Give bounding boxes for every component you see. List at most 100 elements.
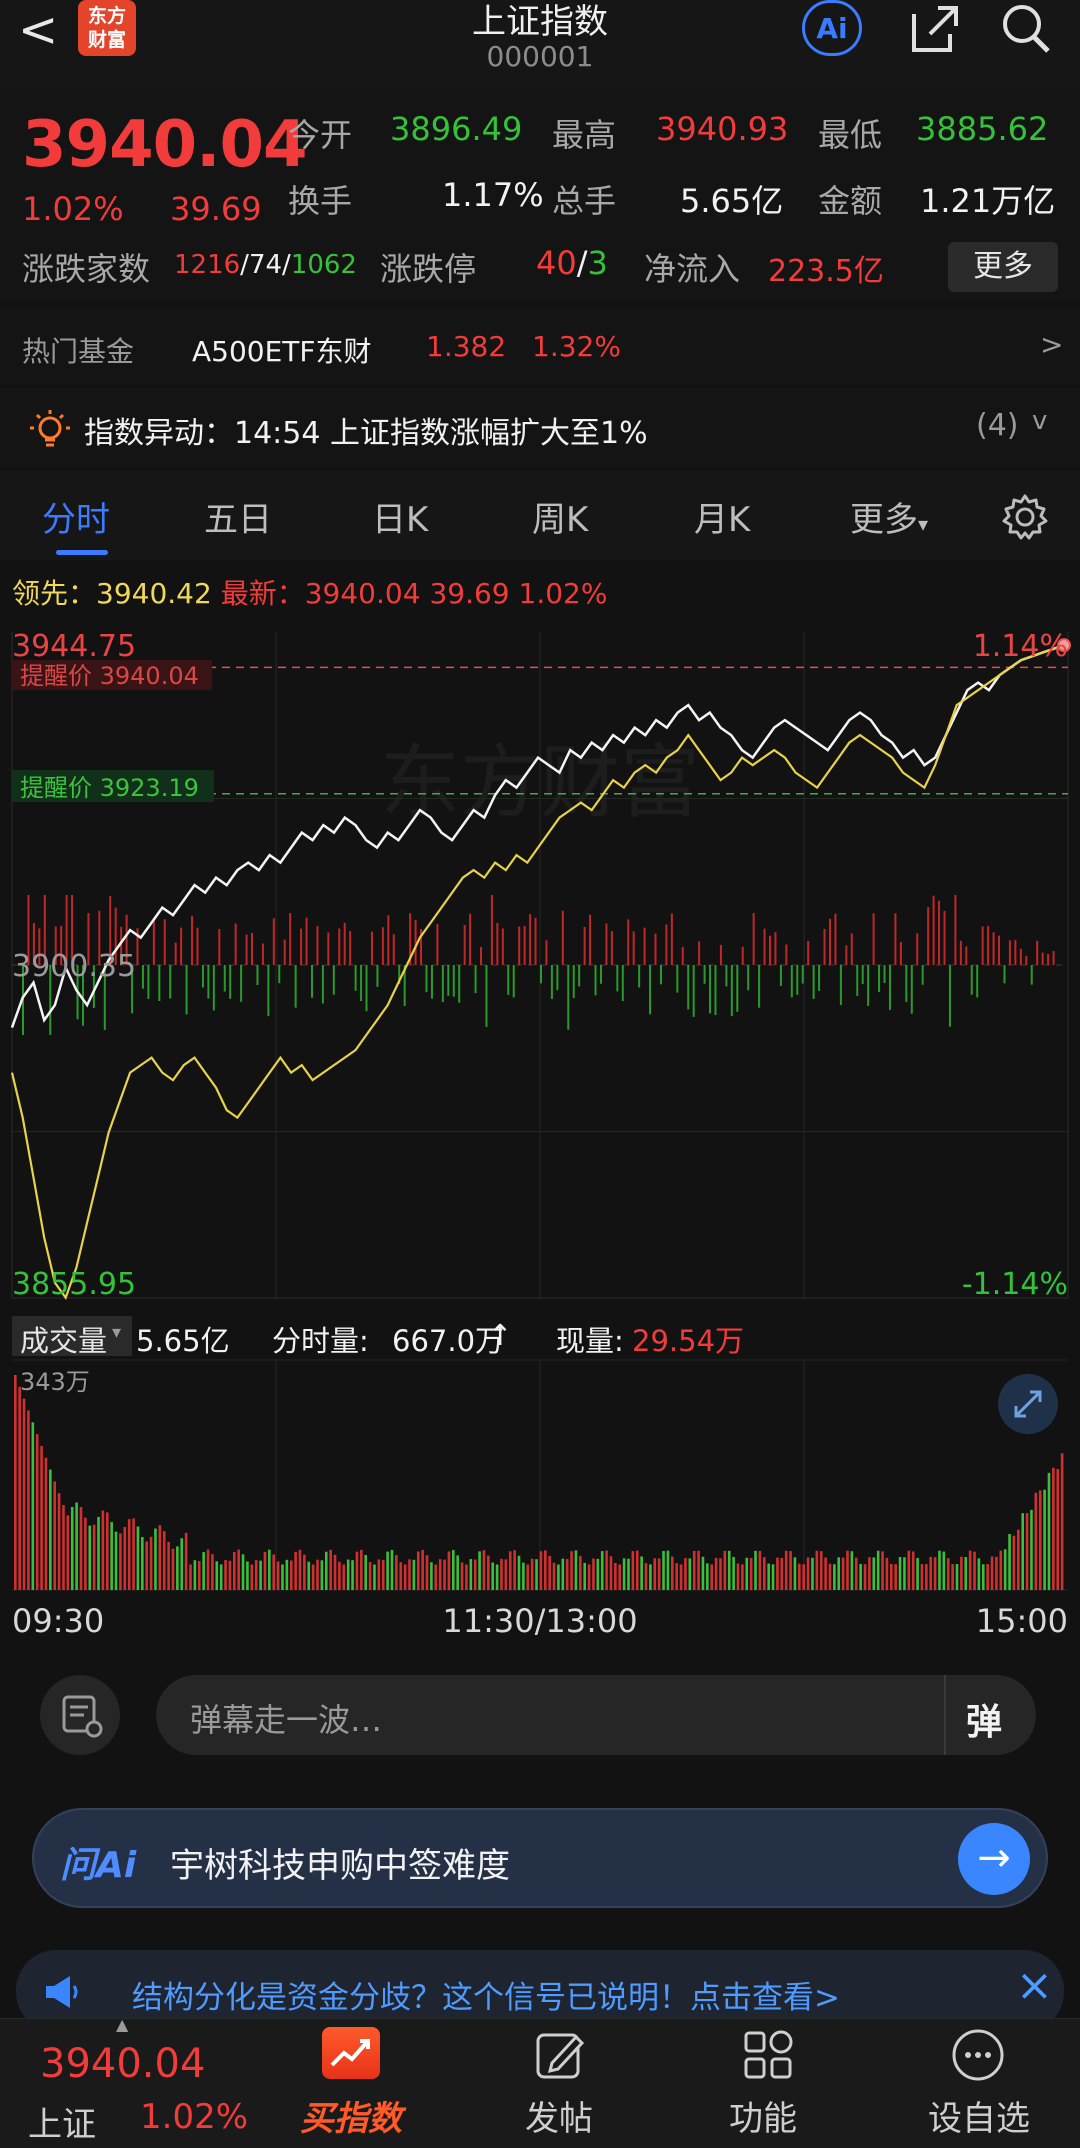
nav-buy-index[interactable]: 买指数 (292, 2019, 442, 2148)
strength-bar (158, 965, 161, 1002)
hot-fund-row[interactable]: 热门基金 A500ETF东财 1.382 1.32% > (0, 310, 1080, 384)
nav-add-watchlist[interactable]: 设自选 (904, 2019, 1054, 2148)
strength-bar (343, 922, 346, 965)
search-icon[interactable] (996, 0, 1056, 60)
nav-post-label: 发帖 (525, 2099, 593, 2139)
volume-bar (333, 1554, 337, 1590)
strength-bar (430, 965, 433, 999)
volume-bar (701, 1556, 705, 1590)
volume-bar (1034, 1492, 1038, 1590)
ask-ai-text: 宇树科技申购中签难度 (170, 1846, 510, 1886)
volume-bar (53, 1481, 57, 1590)
strength-bar (496, 922, 499, 965)
strength-bar (327, 932, 330, 965)
volume-selector[interactable]: 成交量 ▾ (12, 1316, 132, 1358)
ask-ai-bar[interactable]: 问Ai 宇树科技申购中签难度 → (32, 1808, 1048, 1908)
strength-bar (1030, 965, 1033, 985)
volume-bar (657, 1558, 661, 1590)
latest-value: 3940.04 (304, 577, 421, 610)
volume-bar (487, 1555, 490, 1590)
strength-bar (245, 934, 248, 965)
volume-bar (614, 1563, 617, 1590)
strength-bar (1036, 940, 1039, 965)
reminder-low-label: 提醒价 3923.19 (20, 774, 199, 802)
gear-icon[interactable] (1000, 492, 1050, 542)
nav-functions[interactable]: 功能 (694, 2019, 844, 2148)
tab-five-day[interactable]: 五日 (204, 492, 272, 541)
tab-weekly-k[interactable]: 周K (532, 492, 588, 541)
strength-bar (774, 932, 777, 965)
danmu-input[interactable]: 弹幕走一波… 弹 (156, 1675, 1036, 1755)
comment-list-button[interactable] (40, 1675, 120, 1755)
volume-bar (587, 1564, 591, 1590)
share-icon[interactable] (904, 0, 964, 60)
strength-bar (381, 927, 384, 965)
volume-bar (381, 1559, 385, 1590)
strength-bar (469, 913, 472, 965)
volume-bar (727, 1550, 731, 1590)
slash: / (576, 244, 588, 282)
volume-bar (84, 1517, 87, 1590)
strength-bar (1047, 953, 1050, 965)
strength-bar (147, 965, 150, 999)
volume-bar (548, 1555, 551, 1590)
tab-intraday[interactable]: 分时 (42, 492, 110, 541)
intraday-chart[interactable]: 东方财富 提醒价 3940.04 提醒价 3923.19 3944.75 1.1… (0, 620, 1080, 1310)
volume-bar (714, 1557, 718, 1590)
volume-bar (189, 1564, 192, 1590)
index-alert-row[interactable]: 指数异动：14:54 上证指数涨幅扩大至1% (4) v (0, 388, 1080, 468)
volume-bar (854, 1557, 858, 1590)
more-button[interactable]: 更多 (948, 242, 1058, 292)
volume-bar (289, 1560, 293, 1590)
tab-daily-k[interactable]: 日K (372, 492, 428, 541)
volume-bar (850, 1551, 854, 1590)
volume-bar (565, 1559, 569, 1590)
chevron-down-icon[interactable]: v (1032, 406, 1047, 436)
strength-bar (725, 965, 728, 987)
strength-bar (932, 895, 935, 965)
volume-bar (666, 1550, 670, 1590)
slash: / (282, 250, 291, 280)
volume-bar (749, 1558, 753, 1590)
nav-functions-label: 功能 (729, 2099, 797, 2139)
volume-bar (916, 1557, 919, 1590)
latest-percent: 1.02% (518, 577, 608, 610)
ai-button[interactable]: Ai (802, 0, 862, 56)
chevron-right-icon: > (1040, 328, 1064, 361)
volume-bar (903, 1557, 906, 1590)
volume-bar (692, 1550, 696, 1590)
volume-bar (697, 1550, 700, 1590)
volume-bar (206, 1549, 210, 1590)
close-icon[interactable]: × (1016, 1960, 1053, 2011)
comment-list-icon (62, 1695, 103, 1738)
ask-ai-submit-button[interactable]: → (958, 1823, 1030, 1895)
volume-bar (395, 1555, 398, 1590)
strength-bar (218, 928, 221, 965)
volume-bar (171, 1548, 175, 1590)
volume-bar (228, 1560, 232, 1590)
limit-down-count: 3 (587, 244, 608, 282)
volume-bar (596, 1558, 600, 1590)
volume-bar (881, 1551, 884, 1590)
danmu-toggle-button[interactable]: 弹 (944, 1675, 1038, 1755)
volume-bar (508, 1551, 512, 1590)
low-value: 3885.62 (916, 110, 1049, 148)
volume-bar (105, 1512, 109, 1590)
strength-bar (387, 915, 390, 965)
volume-bar (513, 1550, 516, 1590)
volume-bar (872, 1557, 876, 1590)
volume-chart[interactable]: 343万 09:30 11:30/13:00 15:00 (0, 1358, 1080, 1648)
strength-bar (185, 965, 188, 1015)
volume-bar (627, 1558, 630, 1590)
volume-bar (894, 1564, 897, 1590)
volume-bar (592, 1558, 595, 1590)
nav-post[interactable]: 发帖 (486, 2019, 636, 2148)
tab-more[interactable]: 更多▾ (850, 492, 928, 541)
fund-name: A500ETF东财 (192, 335, 372, 368)
y-max-label: 3944.75 (12, 629, 136, 664)
strength-bar (332, 965, 335, 995)
strength-bar (927, 907, 930, 965)
volume-bar (421, 1549, 424, 1590)
tab-monthly-k[interactable]: 月K (694, 492, 750, 541)
volume-bar (968, 1550, 972, 1590)
